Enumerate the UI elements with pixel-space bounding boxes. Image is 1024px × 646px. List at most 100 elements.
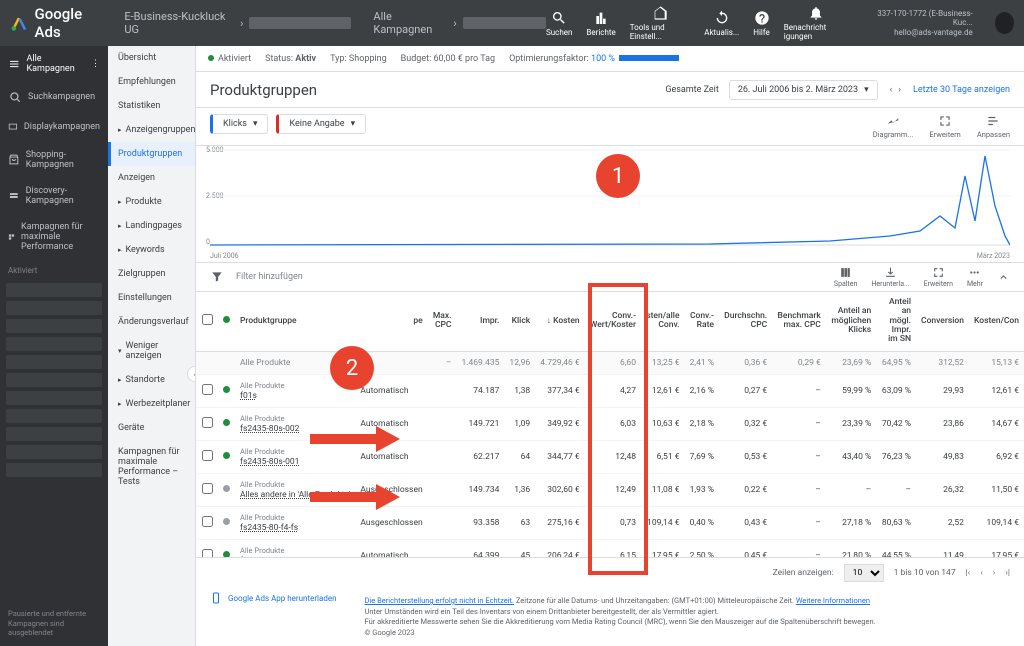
nav-discovery[interactable]: Discovery-Kampagnen	[0, 178, 108, 214]
subnav-produktgruppen[interactable]: Produktgruppen	[108, 142, 195, 166]
subnav-keywords[interactable]: ▸Keywords	[108, 238, 195, 262]
pager-first[interactable]: |‹	[966, 568, 971, 578]
col-3[interactable]: Impr.	[456, 292, 504, 351]
col-13[interactable]: Conversion	[916, 292, 969, 351]
table-row: Alle Produktefs2435o-80s-001Automatisch6…	[196, 539, 1024, 557]
row-select[interactable]	[202, 483, 213, 494]
legal-text: Die Berichterstellung erfolgt nicht in E…	[351, 588, 1024, 646]
product-group-link[interactable]: fs2435-80s-001	[240, 457, 350, 467]
subnav-weniger-anzeigen[interactable]: ▾Weniger anzeigen	[108, 334, 195, 368]
subnav-standorte[interactable]: ▸Standorte	[108, 368, 195, 392]
nav-shopping[interactable]: Shopping-Kampagnen	[0, 142, 108, 178]
collapse-panel[interactable]	[997, 271, 1010, 284]
row-select[interactable]	[202, 516, 213, 527]
subnav-zielgruppen[interactable]: Zielgruppen	[108, 262, 195, 286]
subnav-empfehlungen[interactable]: Empfehlungen	[108, 70, 195, 94]
col-12[interactable]: Anteil an mögl. Impr. im SN	[876, 292, 916, 351]
last-30-link[interactable]: Letzte 30 Tage anzeigen	[913, 85, 1010, 95]
subnav-landingpages[interactable]: ▸Landingpages	[108, 214, 195, 238]
brand-text: Google Ads	[35, 5, 107, 41]
date-nav[interactable]: ‹›	[888, 85, 903, 95]
columns-tool[interactable]: Spalten	[834, 266, 857, 288]
notifications-tool[interactable]: Benachricht igungen	[784, 5, 848, 41]
app-download[interactable]: Google Ads App herunterladen	[196, 588, 351, 608]
product-group-link[interactable]: Alles andere in 'Alle Produkte'	[240, 490, 350, 500]
pager-next[interactable]: ›	[993, 568, 996, 578]
breadcrumb-2[interactable]: Alle Kampagnen ›	[373, 10, 546, 36]
help-tool[interactable]: Hilfe	[753, 10, 770, 37]
filter-icon[interactable]	[210, 270, 224, 284]
chart-controls: Klicks▾ Keine Angabe▾ Diagramm... Erweit…	[196, 108, 1024, 146]
nav-display[interactable]: Displaykampagnen	[0, 112, 108, 142]
breadcrumb[interactable]: E-Business-Kuckluck UG ›	[124, 10, 351, 36]
subnav-produkte[interactable]: ▸Produkte	[108, 190, 195, 214]
col-4[interactable]: Klick	[504, 292, 535, 351]
product-group-link[interactable]: fs2435-80s-002	[240, 424, 350, 434]
col-9[interactable]: Durchschn. CPC	[719, 292, 772, 351]
subnav--nderungsverlauf[interactable]: Änderungsverlauf	[108, 310, 195, 334]
select-all[interactable]	[202, 314, 213, 325]
expand-tool[interactable]: Erweitern	[924, 266, 953, 288]
collapse-subnav[interactable]: ‹	[187, 366, 196, 382]
product-groups-table: ProduktgruppepeMax. CPCImpr.Klick↓ Koste…	[196, 292, 1024, 557]
rows-per-page[interactable]: 10	[844, 564, 884, 582]
col-2[interactable]: Max. CPC	[428, 292, 457, 351]
row-select[interactable]	[202, 384, 213, 395]
row-select[interactable]	[202, 417, 213, 428]
avatar[interactable]	[995, 12, 1014, 34]
chart-expand-tool[interactable]: Erweitern	[929, 114, 960, 139]
page-title: Produktgruppen	[210, 81, 317, 99]
breadcrumb-redacted	[249, 17, 351, 29]
date-range-picker[interactable]: 26. Juli 2006 bis 2. März 2023▾	[729, 80, 878, 100]
col-8[interactable]: Conv.-Rate	[685, 292, 720, 351]
col-11[interactable]: Anteil an möglichen Klicks	[826, 292, 876, 351]
chart-type-tool[interactable]: Diagramm...	[873, 114, 914, 139]
reports-tool[interactable]: Berichte	[586, 10, 615, 37]
nav-section-enabled: Aktiviert	[0, 260, 108, 281]
status-dot	[223, 518, 230, 525]
col-6[interactable]: Conv.-Wert/Koster	[585, 292, 641, 351]
tools-tool[interactable]: Tools und Einstell...	[630, 5, 691, 41]
row-select[interactable]	[202, 450, 213, 461]
nav-footer: Pausierte und entfernte Kampagnen sind a…	[0, 601, 108, 646]
nav-item-placeholder[interactable]	[6, 283, 102, 297]
nav-pmax[interactable]: Kampagnen für maximale Performance	[0, 214, 108, 260]
breadcrumb-account[interactable]: E-Business-Kuckluck UG	[124, 10, 234, 36]
chart-adjust-tool[interactable]: Anpassen	[977, 114, 1010, 139]
status-bar: Aktiviert Status: Aktiv Typ: Shopping Bu…	[196, 46, 1024, 72]
subnav-einstellungen[interactable]: Einstellungen	[108, 286, 195, 310]
col-7[interactable]: sten/alle Conv.	[641, 292, 685, 351]
product-group-link[interactable]: f01s	[240, 391, 350, 401]
filter-add[interactable]: Filter hinzufügen	[236, 272, 822, 282]
subnav-werbezeitplaner[interactable]: ▸Werbezeitplaner	[108, 392, 195, 416]
metric-klicks[interactable]: Klicks▾	[210, 114, 268, 134]
table-row: Alle Produktefs2435-80s-001Automatisch62…	[196, 440, 1024, 473]
filter-bar: Filter hinzufügen Spalten Herunterla... …	[196, 262, 1024, 292]
subnav-kampagnen-f-r-maximale-performance-tests[interactable]: Kampagnen für maximale Performance – Tes…	[108, 440, 195, 494]
nav-search[interactable]: Suchkampagnen	[0, 82, 108, 112]
subnav--bersicht[interactable]: Übersicht	[108, 46, 195, 70]
col-10[interactable]: Benchmark max. CPC	[772, 292, 826, 351]
search-tool[interactable]: Suchen	[546, 10, 572, 37]
subnav-anzeigengruppen[interactable]: ▸Anzeigengruppen	[108, 118, 195, 142]
subnav-ger-te[interactable]: Geräte	[108, 416, 195, 440]
refresh-tool[interactable]: Aktualis...	[704, 10, 739, 37]
nav-all-campaigns[interactable]: Alle Kampagnen⋮	[0, 46, 108, 82]
google-ads-icon	[10, 13, 29, 33]
col-14[interactable]: Kosten/Con	[969, 292, 1024, 351]
breadcrumb-campaign[interactable]: Alle Kampagnen	[373, 10, 447, 36]
col-5[interactable]: ↓ Kosten	[535, 292, 584, 351]
subnav-statistiken[interactable]: Statistiken	[108, 94, 195, 118]
pager-prev[interactable]: ‹	[980, 568, 983, 578]
subnav-anzeigen[interactable]: Anzeigen	[108, 166, 195, 190]
table-container[interactable]: ProduktgruppepeMax. CPCImpr.Klick↓ Koste…	[196, 292, 1024, 557]
product-group-link[interactable]: fs2435-80-f4-fs	[240, 523, 350, 533]
row-select[interactable]	[202, 549, 213, 557]
pager-last[interactable]: ›|	[1005, 568, 1010, 578]
product-group-link[interactable]: fs2435o-80s-001	[240, 556, 350, 557]
col-1[interactable]: pe	[355, 292, 427, 351]
col-0[interactable]: Produktgruppe	[235, 292, 355, 351]
metric-keine[interactable]: Keine Angabe▾	[276, 114, 366, 134]
download-tool[interactable]: Herunterla...	[871, 266, 909, 288]
more-tool[interactable]: Mehr	[967, 266, 983, 288]
